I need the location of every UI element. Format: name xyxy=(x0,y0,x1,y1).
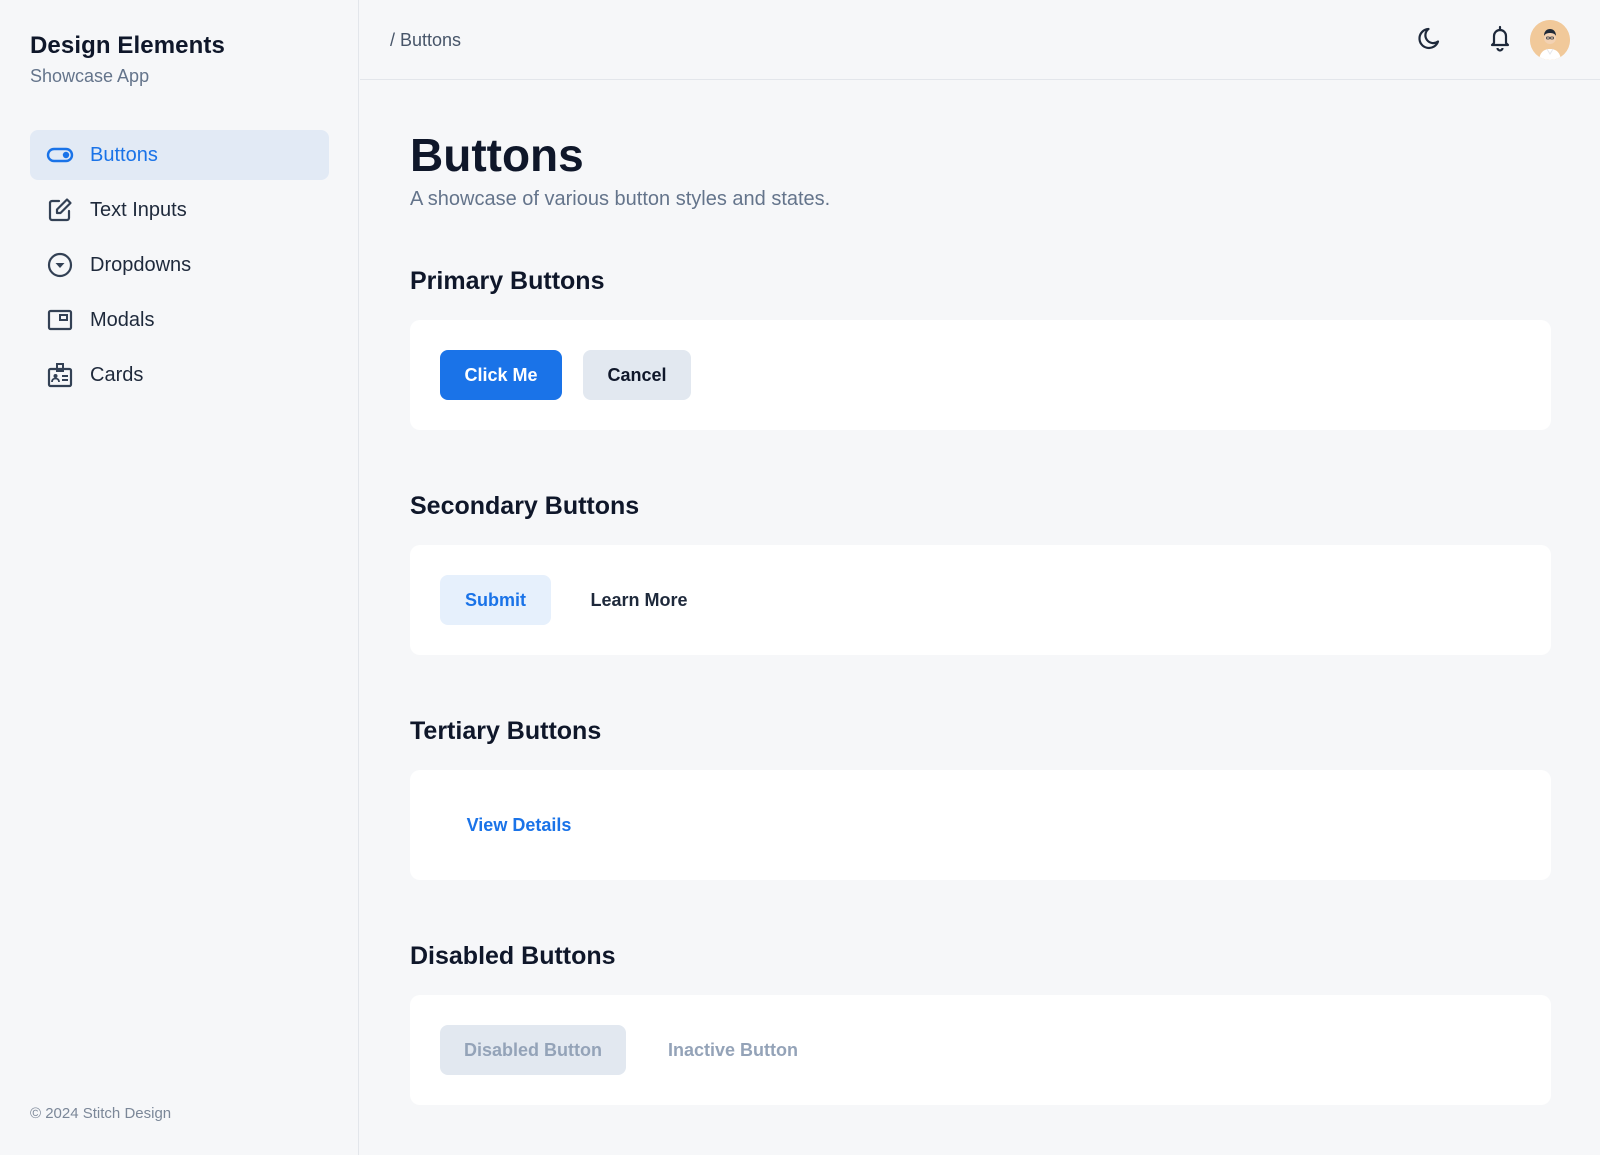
bell-icon[interactable] xyxy=(1484,22,1516,54)
inactive-button: Inactive Button xyxy=(646,1025,820,1075)
window-icon xyxy=(46,306,74,334)
section-title-disabled: Disabled Buttons xyxy=(410,942,616,970)
sidebar-item-label: Buttons xyxy=(90,143,158,166)
breadcrumb: / Buttons xyxy=(390,30,462,50)
sidebar-item-text-inputs[interactable]: Text Inputs xyxy=(30,185,329,235)
avatar[interactable] xyxy=(1530,20,1570,60)
submit-button[interactable]: Submit xyxy=(440,575,551,625)
sidebar-item-cards[interactable]: Cards xyxy=(30,350,329,400)
sidebar-item-label: Dropdowns xyxy=(90,253,192,276)
id-card-icon xyxy=(46,361,74,389)
cancel-button[interactable]: Cancel xyxy=(583,350,691,400)
panel-disabled: Disabled Button Inactive Button xyxy=(410,995,1551,1105)
page-subtitle: A showcase of various button styles and … xyxy=(410,188,831,210)
disabled-button: Disabled Button xyxy=(440,1025,626,1075)
sidebar-item-dropdowns[interactable]: Dropdowns xyxy=(30,240,329,290)
sidebar-nav: Buttons Text Inputs Dropdowns Modals Car… xyxy=(30,130,329,405)
moon-icon[interactable] xyxy=(1414,22,1446,54)
sidebar-item-label: Cards xyxy=(90,363,144,386)
learn-more-button[interactable]: Learn More xyxy=(571,575,707,625)
brand-title: Design Elements xyxy=(30,32,225,59)
sidebar-item-label: Text Inputs xyxy=(90,198,187,221)
copyright: © 2024 Stitch Design xyxy=(30,1105,172,1122)
section-title-tertiary: Tertiary Buttons xyxy=(410,717,602,745)
sidebar-item-buttons[interactable]: Buttons xyxy=(30,130,329,180)
toggle-icon xyxy=(46,141,74,169)
panel-secondary: Submit Learn More xyxy=(410,545,1551,655)
brand: Design Elements Showcase App xyxy=(30,32,225,87)
sidebar: Design Elements Showcase App Buttons Tex… xyxy=(0,0,359,1155)
section-title-primary: Primary Buttons xyxy=(410,267,605,295)
page-title: Buttons xyxy=(410,129,584,181)
click-me-button[interactable]: Click Me xyxy=(440,350,562,400)
view-details-button[interactable]: View Details xyxy=(440,800,598,850)
topbar: / Buttons xyxy=(360,0,1600,80)
section-title-secondary: Secondary Buttons xyxy=(410,492,640,520)
brand-subtitle: Showcase App xyxy=(30,66,150,86)
sidebar-item-label: Modals xyxy=(90,308,155,331)
sidebar-item-modals[interactable]: Modals xyxy=(30,295,329,345)
panel-tertiary: View Details xyxy=(410,770,1551,880)
panel-primary: Click Me Cancel xyxy=(410,320,1551,430)
edit-square-icon xyxy=(46,196,74,224)
circle-caret-down-icon xyxy=(46,251,74,279)
